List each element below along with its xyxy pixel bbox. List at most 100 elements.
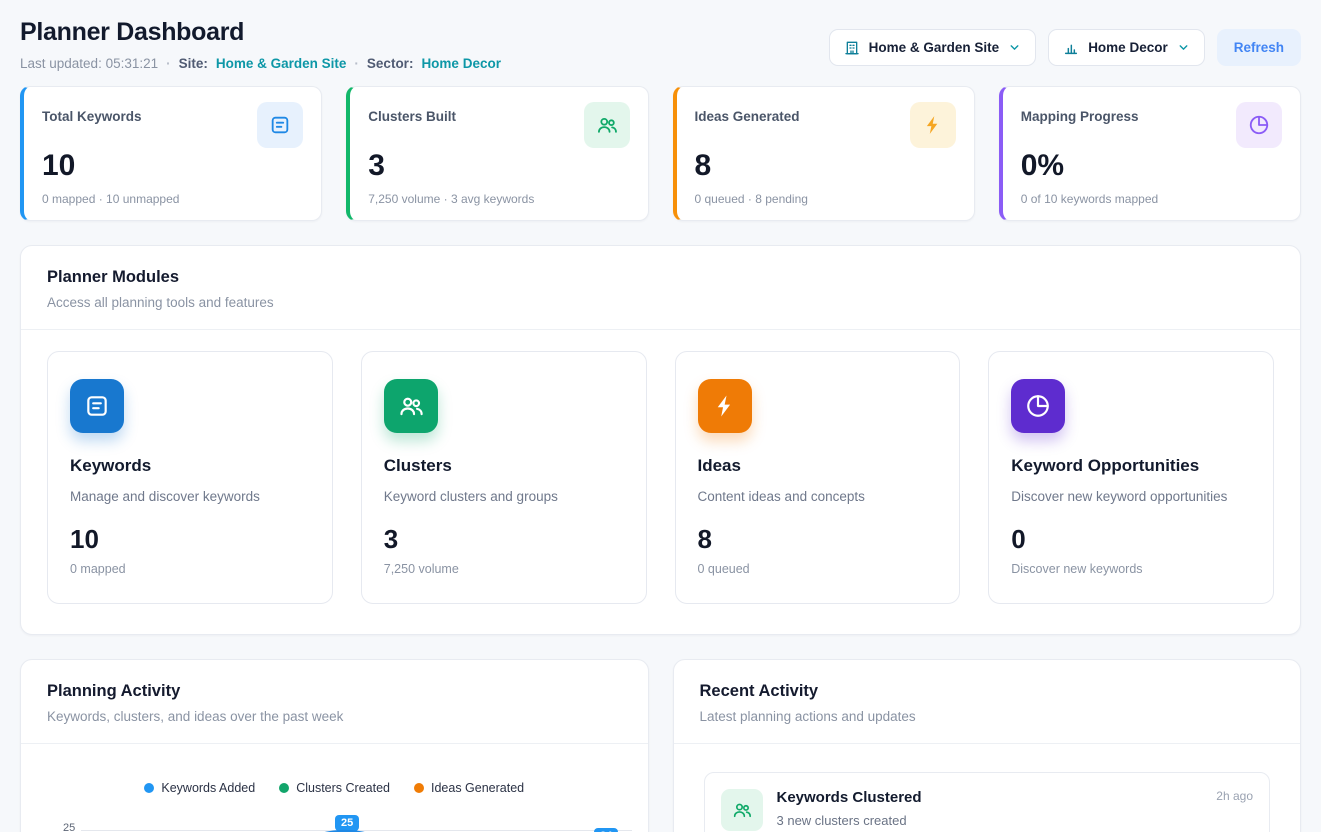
planning-activity-title: Planning Activity [47,682,622,701]
legend-dot-green [279,783,289,793]
module-description: Discover new keyword opportunities [1011,489,1251,504]
recent-item-timestamp: 2h ago [1216,789,1253,803]
pie-chart-icon [1011,379,1065,433]
last-updated-text: Last updated: 05:31:21 [20,56,158,71]
module-description: Keyword clusters and groups [384,489,624,504]
legend-label: Clusters Created [296,781,390,795]
module-title: Keyword Opportunities [1011,456,1251,476]
site-selector-dropdown[interactable]: Home & Garden Site [829,29,1037,66]
module-title: Ideas [698,456,938,476]
stat-card-total-keywords: Total Keywords 10 0 mapped · 10 unmapped [20,86,322,221]
page-meta: Last updated: 05:31:21 · Site: Home & Ga… [20,56,501,71]
module-description: Manage and discover keywords [70,489,310,504]
stat-label: Ideas Generated [695,102,800,124]
stat-detail: 0 of 10 keywords mapped [1021,192,1282,206]
module-description: Content ideas and concepts [698,489,938,504]
page-header-left: Planner Dashboard Last updated: 05:31:21… [20,18,501,71]
module-title: Keywords [70,456,310,476]
sector-link[interactable]: Home Decor [421,56,501,71]
chevron-down-icon [1008,41,1021,54]
legend-dot-blue [144,783,154,793]
recent-item-description: 3 new clusters created [777,813,1254,828]
stat-value: 0% [1021,149,1282,183]
stat-detail: 0 queued · 8 pending [695,192,956,206]
legend-item-keywords-added: Keywords Added [144,781,255,795]
stat-detail: 7,250 volume · 3 avg keywords [368,192,629,206]
stat-label: Total Keywords [42,102,142,124]
recent-activity-item[interactable]: Keywords Clustered 2h ago 3 new clusters… [704,772,1271,832]
meta-separator: · [354,56,359,71]
recent-activity-list: Keywords Clustered 2h ago 3 new clusters… [674,744,1301,832]
bolt-icon [698,379,752,433]
page-header-controls: Home & Garden Site Home Decor Refresh [829,18,1301,66]
chart-legend: Keywords Added Clusters Created Ideas Ge… [21,744,648,795]
module-detail: Discover new keywords [1011,562,1251,576]
planning-activity-subtitle: Keywords, clusters, and ideas over the p… [47,709,622,724]
stat-cards-row: Total Keywords 10 0 mapped · 10 unmapped… [20,86,1301,221]
users-icon [721,789,763,831]
stat-value: 8 [695,149,956,183]
legend-item-clusters-created: Clusters Created [279,781,390,795]
bar-chart-icon [1063,40,1079,56]
planner-modules-title: Planner Modules [47,268,1274,287]
bolt-icon [910,102,956,148]
module-title: Clusters [384,456,624,476]
sector-label: Sector: [367,56,414,71]
document-icon [70,379,124,433]
stat-card-clusters-built: Clusters Built 3 7,250 volume · 3 avg ke… [346,86,648,221]
module-detail: 0 mapped [70,562,310,576]
recent-activity-title: Recent Activity [700,682,1275,701]
pie-chart-icon [1236,102,1282,148]
chevron-down-icon [1177,41,1190,54]
page-header: Planner Dashboard Last updated: 05:31:21… [20,18,1301,71]
module-value: 8 [698,524,938,555]
modules-grid: Keywords Manage and discover keywords 10… [21,330,1300,634]
legend-label: Ideas Generated [431,781,524,795]
planner-modules-subtitle: Access all planning tools and features [47,295,1274,310]
meta-separator: · [166,56,171,71]
stat-value: 3 [368,149,629,183]
module-card-ideas[interactable]: Ideas Content ideas and concepts 8 0 que… [675,351,961,604]
recent-activity-subtitle: Latest planning actions and updates [700,709,1275,724]
planner-dashboard: Planner Dashboard Last updated: 05:31:21… [0,0,1321,832]
planner-modules-header: Planner Modules Access all planning tool… [21,246,1300,330]
sector-selector-dropdown[interactable]: Home Decor [1048,29,1205,66]
planning-activity-header: Planning Activity Keywords, clusters, an… [21,660,648,744]
bottom-panels: Planning Activity Keywords, clusters, an… [20,635,1301,832]
recent-item-title: Keywords Clustered [777,789,922,806]
stat-card-ideas-generated: Ideas Generated 8 0 queued · 8 pending [673,86,975,221]
site-selector-label: Home & Garden Site [869,40,1000,55]
stat-detail: 0 mapped · 10 unmapped [42,192,303,206]
legend-item-ideas-generated: Ideas Generated [414,781,524,795]
stat-label: Mapping Progress [1021,102,1139,124]
site-label: Site: [179,56,208,71]
recent-activity-panel: Recent Activity Latest planning actions … [673,659,1302,832]
refresh-button[interactable]: Refresh [1217,29,1301,66]
module-value: 3 [384,524,624,555]
module-card-clusters[interactable]: Clusters Keyword clusters and groups 3 7… [361,351,647,604]
planner-modules-panel: Planner Modules Access all planning tool… [20,245,1301,635]
recent-item-body: Keywords Clustered 2h ago 3 new clusters… [777,789,1254,828]
recent-activity-header: Recent Activity Latest planning actions … [674,660,1301,744]
document-icon [257,102,303,148]
sector-selector-label: Home Decor [1088,40,1168,55]
stat-label: Clusters Built [368,102,456,124]
planning-activity-chart: Keywords Added Clusters Created Ideas Ge… [21,744,648,832]
module-detail: 7,250 volume [384,562,624,576]
building-icon [844,40,860,56]
planning-activity-panel: Planning Activity Keywords, clusters, an… [20,659,649,832]
stat-value: 10 [42,149,303,183]
module-detail: 0 queued [698,562,938,576]
stat-card-mapping-progress: Mapping Progress 0% 0 of 10 keywords map… [999,86,1301,221]
module-card-keywords[interactable]: Keywords Manage and discover keywords 10… [47,351,333,604]
module-value: 0 [1011,524,1251,555]
users-icon [584,102,630,148]
users-icon [384,379,438,433]
keywords-added-area-series [21,816,648,832]
site-link[interactable]: Home & Garden Site [216,56,347,71]
module-card-keyword-opportunities[interactable]: Keyword Opportunities Discover new keywo… [988,351,1274,604]
module-value: 10 [70,524,310,555]
page-title: Planner Dashboard [20,18,501,47]
legend-dot-orange [414,783,424,793]
legend-label: Keywords Added [161,781,255,795]
